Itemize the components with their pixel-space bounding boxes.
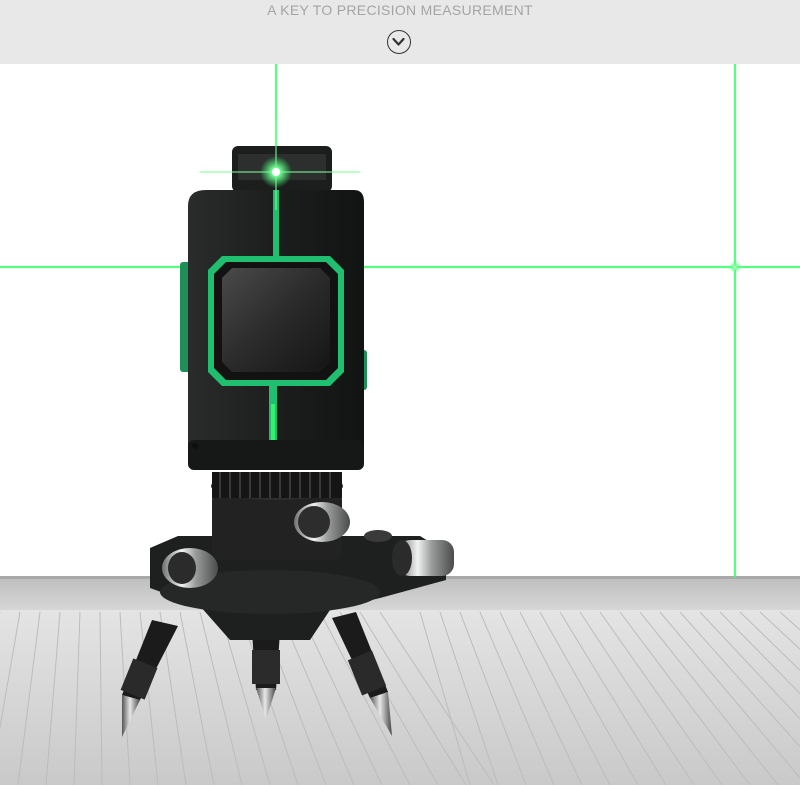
- scroll-down-button[interactable]: [387, 30, 411, 54]
- top-banner: A KEY TO PRECISION MEASUREMENT: [0, 0, 800, 64]
- product-photo: [0, 64, 800, 785]
- banner-title: A KEY TO PRECISION MEASUREMENT: [267, 2, 533, 18]
- chevron-down-circle-icon: [392, 37, 405, 46]
